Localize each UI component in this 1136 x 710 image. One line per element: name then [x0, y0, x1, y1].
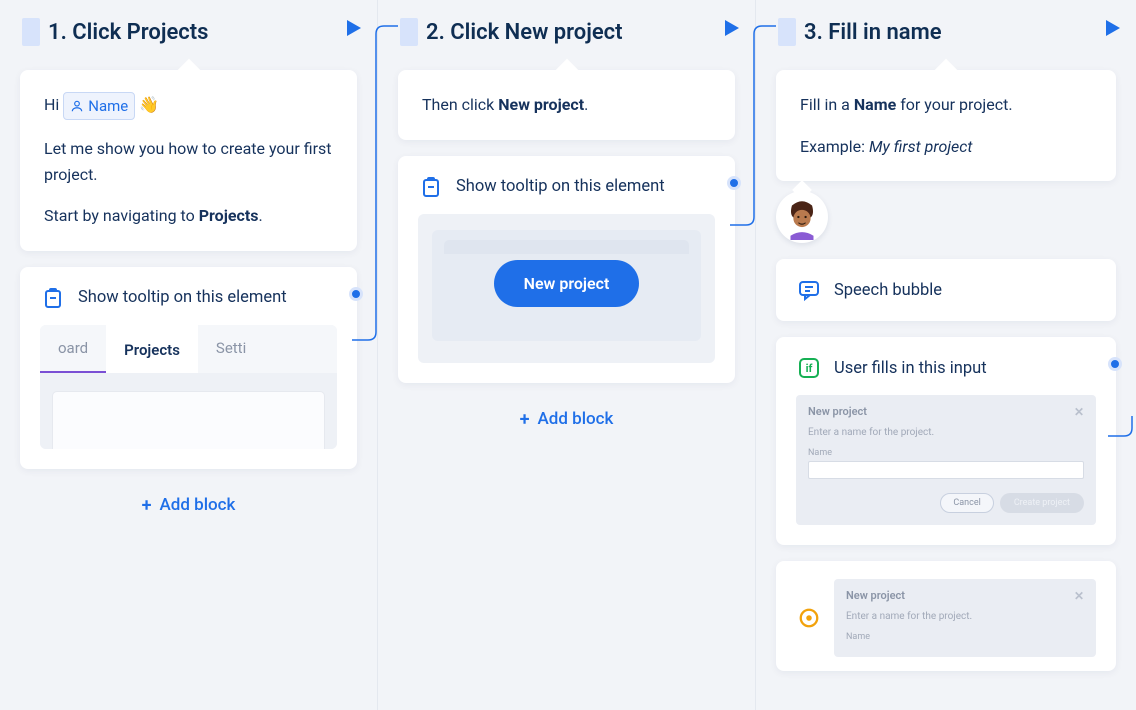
dialog-field-label: Name [846, 632, 1084, 642]
step-title: 2. Click New project [426, 20, 733, 45]
intro-card[interactable]: Then click New project. [398, 70, 735, 140]
if-block[interactable]: if User fills in this input New project … [776, 337, 1116, 545]
plus-icon: + [142, 495, 152, 516]
intro-text: Hi Name 👋 Let me show you how to create … [44, 92, 333, 229]
dialog-input-field [808, 461, 1084, 479]
tooltip-block[interactable]: Show tooltip on this element New project [398, 156, 735, 383]
connector-handle[interactable] [349, 287, 363, 301]
step-header: 3. Fill in name [756, 0, 1136, 46]
step-column-3: 3. Fill in name Fill in a Name for your … [756, 0, 1136, 710]
play-icon[interactable] [1106, 20, 1120, 40]
plus-icon: + [520, 409, 530, 430]
element-preview: oard Projects Setti [40, 325, 337, 449]
connector-handle[interactable] [727, 176, 741, 190]
person-icon [70, 99, 84, 113]
add-block-button[interactable]: + Add block [378, 383, 755, 456]
step-column-1: 1. Click Projects Hi Name 👋 Let me show … [0, 0, 378, 710]
name-variable-chip[interactable]: Name [63, 92, 135, 120]
step-column-2: 2. Click New project Then click New proj… [378, 0, 756, 710]
clipboard-icon [418, 174, 444, 200]
step-badge [22, 18, 40, 46]
connector-handle[interactable] [1108, 357, 1122, 371]
step-header: 1. Click Projects [0, 0, 377, 46]
dialog-preview: New project ✕ Enter a name for the proje… [834, 579, 1096, 657]
play-icon[interactable] [347, 20, 361, 40]
intro-card[interactable]: Hi Name 👋 Let me show you how to create … [20, 70, 357, 251]
preview-tab: Setti [198, 325, 264, 373]
avatar-illustration [779, 194, 825, 240]
intro-text: Fill in a Name for your project. Example… [800, 92, 1092, 159]
add-block-button[interactable]: + Add block [0, 469, 377, 542]
dialog-title: New project [808, 405, 867, 419]
preview-new-project-button: New project [494, 260, 640, 307]
step-badge [400, 18, 418, 46]
step-badge [778, 18, 796, 46]
dialog-cancel-button: Cancel [940, 493, 993, 513]
if-icon: if [796, 355, 822, 381]
dialog-subtitle: Enter a name for the project. [808, 427, 1084, 438]
dialog-field-label: Name [808, 448, 1084, 458]
play-icon[interactable] [725, 20, 739, 40]
block-label: Show tooltip on this element [456, 177, 665, 196]
dialog-subtitle: Enter a name for the project. [846, 611, 1084, 622]
close-icon: ✕ [1074, 589, 1084, 603]
dialog-title: New project [846, 589, 905, 603]
block-label: Speech bubble [834, 281, 942, 300]
element-preview: New project [418, 214, 715, 363]
preview-tab-active: Projects [106, 325, 198, 373]
block-label: User fills in this input [834, 359, 987, 378]
clipboard-icon [40, 285, 66, 311]
intro-text: Then click New project. [422, 92, 711, 118]
dialog-preview: New project ✕ Enter a name for the proje… [796, 395, 1096, 525]
dialog-create-button: Create project [1000, 493, 1084, 513]
preview-tab: oard [40, 325, 106, 373]
close-icon: ✕ [1074, 405, 1084, 419]
block-label: Show tooltip on this element [78, 288, 287, 307]
step-title: 1. Click Projects [48, 20, 355, 45]
speech-bubble-block[interactable]: Speech bubble [776, 259, 1116, 321]
tooltip-block[interactable]: Show tooltip on this element oard Projec… [20, 267, 357, 469]
step-title: 3. Fill in name [804, 20, 1114, 45]
target-block[interactable]: New project ✕ Enter a name for the proje… [776, 561, 1116, 671]
svg-text:if: if [806, 362, 813, 375]
persona-avatar[interactable] [776, 191, 828, 243]
intro-card[interactable]: Fill in a Name for your project. Example… [776, 70, 1116, 181]
step-header: 2. Click New project [378, 0, 755, 46]
target-icon [796, 605, 822, 631]
speech-bubble-icon [796, 277, 822, 303]
